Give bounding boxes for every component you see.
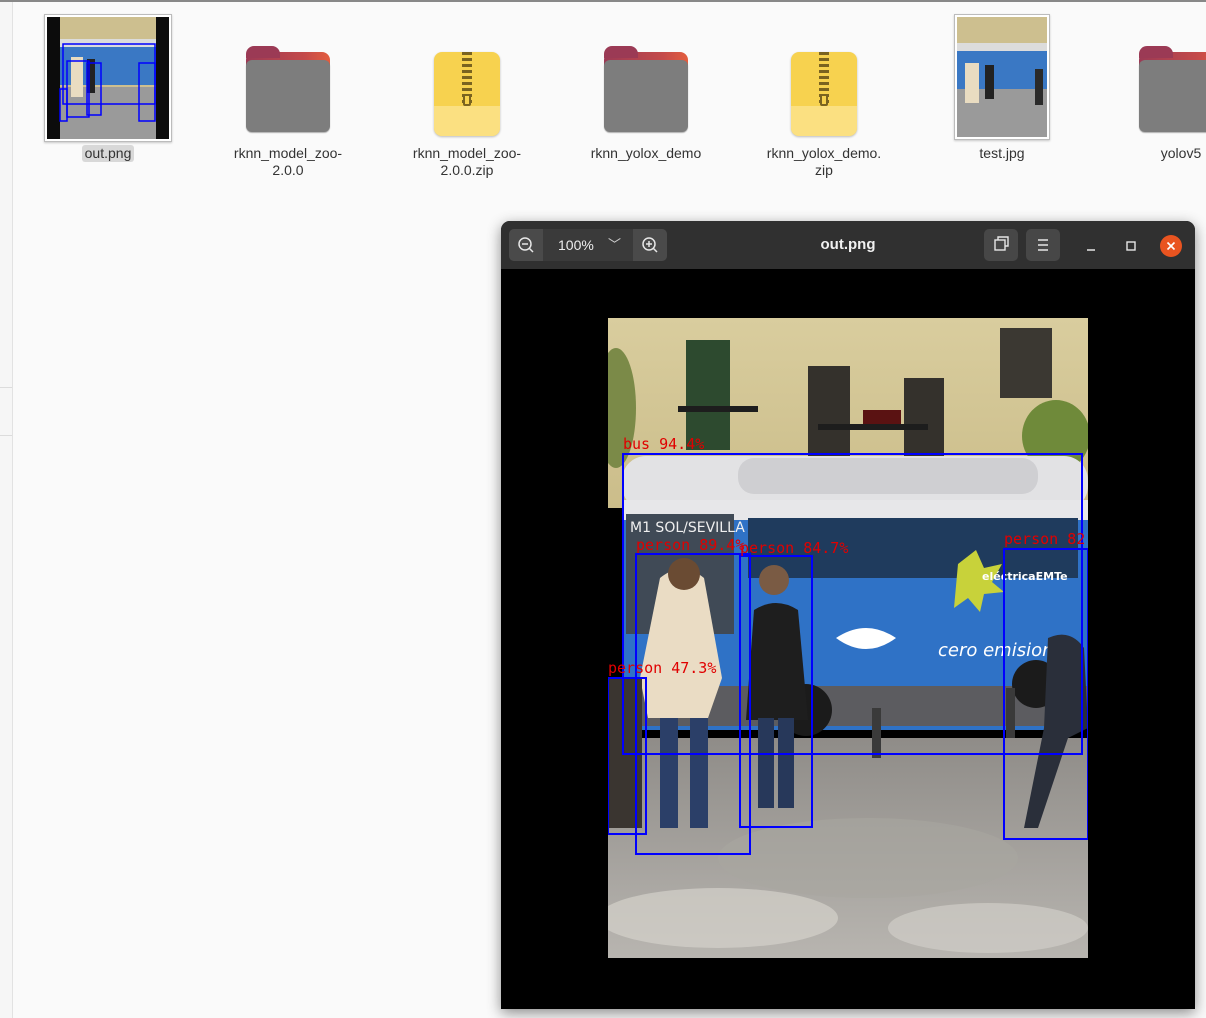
file-label: rknn_model_zoo- 2.0.0 [233, 145, 343, 178]
chevron-down-icon: ﹀ [608, 237, 622, 252]
rotate-button[interactable] [984, 229, 1018, 261]
file-item-rknn-model-zoo-zip[interactable]: rknn_model_zoo- 2.0.0.zip [387, 14, 547, 179]
zip-archive-icon [434, 52, 500, 136]
zoom-controls: 100% ﹀ [509, 229, 667, 261]
sidebar-separator [0, 387, 12, 388]
image-canvas: M1 SOL/SEVILLA cero emisiones eléctricaE… [608, 318, 1088, 958]
zip-archive-icon [791, 52, 857, 136]
image-thumbnail [954, 14, 1050, 140]
zoom-level-value: 100% [558, 237, 594, 253]
zoom-out-button[interactable] [509, 229, 543, 261]
file-label: rknn_model_zoo- 2.0.0.zip [412, 145, 522, 178]
zoom-out-icon [518, 237, 534, 253]
file-item-rknn-yolox-demo-folder[interactable]: rknn_yolox_demo [566, 14, 726, 162]
detection-box-bus [622, 453, 1083, 755]
detection-label-person: person 82.7% [1004, 530, 1088, 548]
minimize-button[interactable] [1080, 235, 1102, 257]
headerbar: 100% ﹀ out.png [501, 221, 1195, 269]
file-item-rknn-yolox-demo-zip[interactable]: rknn_yolox_demo. zip [744, 14, 904, 179]
close-button[interactable] [1160, 235, 1182, 257]
window-top-border [0, 0, 1206, 2]
file-label: out.png [28, 145, 188, 162]
sidebar-separator [0, 435, 12, 436]
detection-box-person [635, 553, 751, 855]
detection-label-person: person 89.4% [636, 536, 745, 554]
file-label: test.jpg [979, 145, 1025, 161]
file-label: rknn_yolox_demo [590, 145, 702, 161]
folder-icon [1139, 46, 1206, 132]
file-item-out-png[interactable]: out.png [28, 14, 188, 162]
close-icon [1166, 241, 1176, 251]
detection-label-person: person 84.7% [740, 539, 849, 557]
zoom-in-icon [642, 237, 658, 253]
file-label: rknn_yolox_demo. zip [766, 145, 882, 178]
minimize-icon [1087, 249, 1095, 251]
zoom-in-button[interactable] [633, 229, 667, 261]
detection-box-person [608, 677, 647, 835]
file-item-rknn-model-zoo-folder[interactable]: rknn_model_zoo- 2.0.0 [208, 14, 368, 179]
folder-icon [246, 46, 330, 132]
file-label: yolov5 [1160, 145, 1202, 161]
zoom-level-dropdown[interactable]: 100% ﹀ [544, 229, 632, 261]
file-item-test-jpg[interactable]: test.jpg [922, 14, 1082, 162]
detection-box-person [1003, 548, 1088, 840]
detection-label-person: person 47.3% [608, 659, 717, 677]
maximize-button[interactable] [1120, 235, 1142, 257]
detection-label-bus: bus 94.4% [623, 435, 705, 453]
sidebar-edge [0, 2, 13, 1018]
maximize-icon [1126, 241, 1136, 251]
detection-overlay [608, 453, 1088, 855]
folder-icon [604, 46, 688, 132]
image-viewer-window: 100% ﹀ out.png M1 SOL/SEVILLA cero emisi… [501, 221, 1195, 1009]
file-item-yolov5-folder[interactable]: yolov5 [1101, 14, 1206, 162]
hamburger-menu-icon [1038, 239, 1048, 251]
rotate-icon [994, 236, 1009, 251]
menu-button[interactable] [1026, 229, 1060, 261]
image-thumbnail [44, 14, 172, 142]
